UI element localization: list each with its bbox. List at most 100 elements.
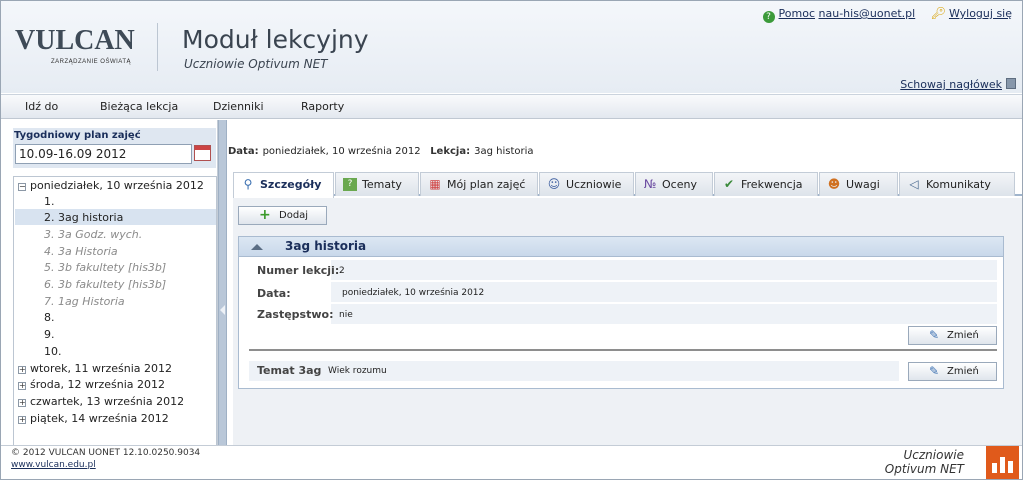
tab-label: Szczegóły [260,178,322,191]
collapse-icon[interactable]: − [18,183,26,191]
tab-label: Tematy [362,178,402,191]
top-links: ? Pomoc nau-his@uonet.pl 🔑︎ Wyloguj się [762,6,1012,23]
week-range-input[interactable]: 10.09-16.09 2012 [15,144,192,164]
add-button-label: Dodaj [279,210,309,221]
hide-header-icon[interactable] [1006,78,1016,89]
lesson-date-label: Data: [257,287,291,300]
magnifier-icon: ⚲ [243,177,253,191]
tab-notes[interactable]: ☻ Uwagi [819,172,898,196]
lesson-value: 3ag historia [474,146,534,157]
lesson-item-6[interactable]: 6. 3b fakultety [his3b] [44,278,166,291]
students-icon: ☺ [547,177,561,191]
lesson-date-value: poniedziałek, 10 września 2012 [342,288,485,298]
tab-label: Frekwencja [741,178,803,191]
menu-item-registers[interactable]: Dzienniki [213,100,264,113]
pencil-icon: ✎ [929,364,940,378]
help-link[interactable]: Pomoc [779,7,815,20]
plan-grid-icon: ▦ [429,177,441,191]
change-details-button[interactable]: ✎ Zmień [908,326,997,345]
tab-my-plan[interactable]: ▦ Mój plan zajęć [420,172,538,196]
tab-label: Komunikaty [926,178,991,191]
lesson-details-panel: 3ag historia Numer lekcji: 2 Data: ponie… [238,236,1004,389]
tab-details[interactable]: ⚲ Szczegóły [233,172,334,198]
lesson-item-7[interactable]: 7. 1ag Historia [44,295,125,308]
change-button-label: Zmień [947,366,979,377]
plus-icon: + [259,207,271,223]
tab-topics[interactable]: ? Tematy [335,172,419,196]
tree-day-monday[interactable]: − poniedziałek, 10 września 2012 [18,179,204,192]
lesson-number-value: 2 [339,266,345,276]
vulcan-logo: VULCAN ZARZĄDZANIE OŚWIATĄ [15,25,135,65]
tree-day-wednesday[interactable]: + środa, 12 września 2012 [18,378,165,391]
vendor-site-link[interactable]: www.vulcan.edu.pl [11,460,96,470]
attendance-icon: ✔ [723,177,735,191]
lesson-item-9[interactable]: 9. [44,328,55,341]
tree-day-friday[interactable]: + piątek, 14 września 2012 [18,412,169,425]
number-row-bg [331,260,997,280]
tab-label: Mój plan zajęć [447,178,526,191]
lesson-item-5[interactable]: 5. 3b fakultety [his3b] [44,261,166,274]
module-subtitle: Uczniowie Optivum NET [184,57,328,71]
topics-icon: ? [343,178,357,191]
substitute-label: Zastępstwo: [257,308,334,321]
expand-icon[interactable]: + [18,366,26,374]
panel-title: 3ag historia [285,239,367,253]
panel-header[interactable]: 3ag historia [239,237,1003,257]
logo-subtext: ZARZĄDZANIE OŚWIATĄ [50,59,131,65]
topic-label: Temat 3ag [257,364,322,377]
lesson-number-label: Numer lekcji: [257,264,340,277]
add-button[interactable]: + Dodaj [238,206,327,225]
user-email-link[interactable]: nau-his@uonet.pl [819,7,916,20]
key-icon: 🔑︎ [930,6,946,20]
day-label: poniedziałek, 10 września 2012 [30,179,204,192]
substitute-row-bg [331,304,997,324]
lesson-item-4[interactable]: 4. 3a Historia [44,245,118,258]
tab-messages[interactable]: ◁ Komunikaty [899,172,1015,196]
menu-item-go-to[interactable]: Idź do [25,100,58,113]
details-content: + Dodaj 3ag historia Numer lekcji: 2 Data… [233,198,1022,445]
product-logo-icon [986,446,1019,479]
tree-day-tuesday[interactable]: + wtorek, 11 września 2012 [18,362,172,375]
collapse-triangle-icon[interactable] [251,244,263,250]
hide-header-link[interactable]: Schowaj nagłówek [900,78,1002,91]
expand-icon[interactable]: + [18,399,26,407]
tree-day-thursday[interactable]: + czwartek, 13 września 2012 [18,395,184,408]
menu-item-current-lesson[interactable]: Bieżąca lekcja [100,100,178,113]
tab-label: Uwagi [846,178,880,191]
menu-item-reports[interactable]: Raporty [301,100,344,113]
header: VULCAN ZARZĄDZANIE OŚWIATĄ Moduł lekcyjn… [1,1,1022,93]
date-label: Data: [228,146,259,157]
lesson-item-1[interactable]: 1. [44,195,55,208]
lesson-item-3[interactable]: 3. 3a Godz. wych. [44,228,142,241]
grades-icon: № [643,177,657,191]
help-icon: ? [762,11,775,23]
calendar-icon[interactable] [194,145,211,161]
tab-students[interactable]: ☺ Uczniowie [539,172,634,196]
sidebar-collapse-handle[interactable] [218,120,227,445]
week-plan-label: Tygodniowy plan zajęć [14,130,141,141]
product-name-line2: Optivum NET [884,462,964,476]
logo-bar [1000,457,1005,473]
lesson-item-10[interactable]: 10. [44,345,62,358]
change-topic-button[interactable]: ✎ Zmień [908,362,997,381]
header-divider [157,23,158,71]
lesson-tree: − poniedziałek, 10 września 2012 1. 2. 3a… [13,176,217,445]
lesson-info: Data: poniedziałek, 10 września 2012 Lekc… [228,146,534,157]
expand-icon[interactable]: + [18,416,26,424]
logo-text: VULCAN [15,25,135,56]
date-value: poniedziałek, 10 września 2012 [262,146,421,157]
change-button-label: Zmień [947,330,979,341]
tab-attendance[interactable]: ✔ Frekwencja [714,172,818,196]
product-name-line1: Uczniowie [903,448,965,462]
day-label: wtorek, 11 września 2012 [30,362,172,375]
tab-label: Uczniowie [566,178,622,191]
lesson-item-2[interactable]: 2. 3ag historia [44,211,123,224]
logo-bar [992,463,997,473]
lesson-label: Lekcja: [430,146,471,157]
lesson-item-8[interactable]: 8. [44,311,55,324]
footer: © 2012 VULCAN UONET 12.10.0250.9034 www.… [1,445,1022,479]
expand-icon[interactable]: + [18,382,26,390]
main-menu: Idź do Bieżąca lekcja Dzienniki Raporty [1,94,1022,119]
tab-grades[interactable]: № Oceny [635,172,713,196]
logout-link[interactable]: Wyloguj się [949,7,1012,20]
